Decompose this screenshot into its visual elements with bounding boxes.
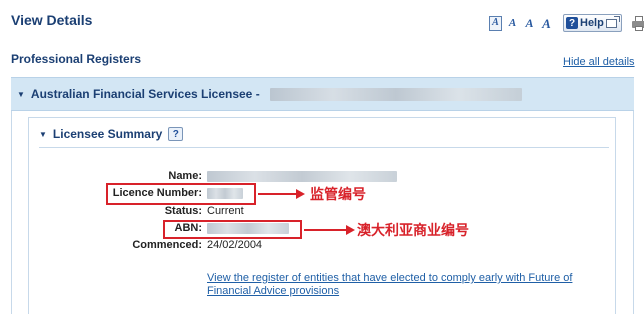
page-title: View Details	[11, 12, 93, 28]
commenced-value: 24/02/2004	[207, 239, 263, 251]
fofa-register-link[interactable]: View the register of entities that have …	[207, 272, 597, 298]
commenced-label: Commenced:	[132, 239, 202, 251]
section-heading: Professional Registers	[11, 52, 142, 66]
licensee-summary-title: Licensee Summary	[52, 127, 163, 141]
redacted-licensee-name	[269, 87, 522, 101]
divider	[39, 147, 609, 148]
licensee-summary-header[interactable]: ▼ Licensee Summary ?	[39, 127, 184, 141]
help-label: Help	[580, 17, 604, 29]
abn-annotation: 澳大利亚商业编号	[357, 222, 469, 238]
name-label: Name:	[168, 170, 202, 182]
toolbar: A A A A ? Help	[489, 12, 644, 34]
abn-arrow-head	[346, 225, 355, 235]
hide-all-details-link[interactable]: Hide all details	[563, 56, 635, 68]
abn-arrow	[304, 229, 348, 231]
font-size-small-button[interactable]: A	[489, 15, 502, 31]
licensee-title: Australian Financial Services Licensee -	[30, 87, 260, 101]
print-icon[interactable]	[631, 15, 644, 31]
licence-number-highlight-box	[106, 183, 256, 205]
status-label: Status:	[164, 205, 202, 217]
chevron-down-icon: ▼	[39, 129, 47, 139]
help-button[interactable]: ? Help	[563, 14, 622, 32]
abn-highlight-box	[163, 220, 302, 239]
font-size-medium-button[interactable]: A	[506, 16, 519, 31]
redacted-name-value	[207, 171, 397, 182]
popout-icon	[605, 15, 620, 28]
status-value: Current	[207, 205, 244, 217]
licensee-bar[interactable]: ▼ Australian Financial Services Licensee…	[11, 77, 634, 111]
licence-number-annotation: 监管编号	[310, 186, 366, 202]
licence-number-arrow	[258, 193, 298, 195]
licence-number-arrow-head	[296, 189, 305, 199]
chevron-down-icon: ▼	[17, 89, 25, 99]
font-size-xlarge-button[interactable]: A	[540, 16, 553, 31]
font-size-large-button[interactable]: A	[523, 16, 536, 31]
info-icon[interactable]: ?	[168, 127, 184, 141]
help-icon: ?	[566, 17, 578, 29]
